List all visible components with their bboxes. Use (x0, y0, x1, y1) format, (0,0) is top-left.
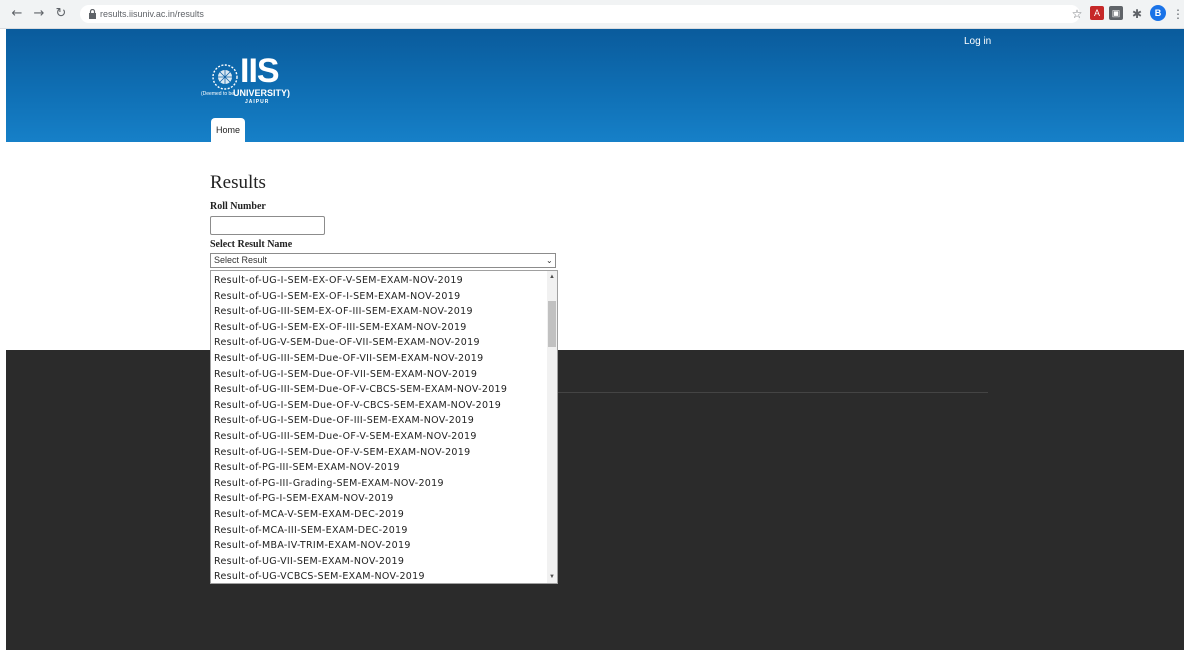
logo-city-text: JAIPUR (245, 99, 270, 105)
scroll-down-icon[interactable]: ▼ (548, 573, 556, 581)
dropdown-option[interactable]: Result-of-UG-I-SEM-EX-OF-III-SEM-EXAM-NO… (214, 320, 467, 336)
dropdown-option[interactable]: Result-of-UG-III-SEM-EX-OF-III-SEM-EXAM-… (214, 304, 473, 320)
dropdown-option[interactable]: Result-of-UG-III-SEM-Due-OF-V-SEM-EXAM-N… (214, 429, 477, 445)
back-arrow-icon[interactable]: ← (8, 5, 26, 23)
result-dropdown-list[interactable]: Result-of-UG-I-SEM-EX-OF-V-SEM-EXAM-NOV-… (210, 270, 558, 584)
dropdown-option[interactable]: Result-of-UG-III-SEM-Due-OF-VII-SEM-EXAM… (214, 351, 483, 367)
result-select[interactable]: Select Result (210, 253, 556, 268)
browser-toolbar: ← → ↻ results.iisuniv.ac.in/results ☆ A … (0, 0, 1184, 29)
chevron-down-icon[interactable]: ⌄ (546, 255, 553, 267)
dropdown-option[interactable]: Result-of-MCA-V-SEM-EXAM-DEC-2019 (214, 507, 404, 523)
dropdown-option[interactable]: Result-of-UG-I-SEM-Due-OF-V-SEM-EXAM-NOV… (214, 445, 470, 461)
logo-deemed-text: (Deemed to be (201, 91, 235, 97)
address-url[interactable]: results.iisuniv.ac.in/results (100, 6, 204, 22)
roll-number-label: Roll Number (210, 201, 266, 212)
scroll-up-icon[interactable]: ▲ (548, 273, 556, 281)
forward-arrow-icon[interactable]: → (30, 5, 48, 23)
extension-icon[interactable]: ▣ (1109, 6, 1123, 20)
lock-icon (89, 9, 96, 19)
dropdown-option[interactable]: Result-of-UG-I-SEM-Due-OF-VII-SEM-EXAM-N… (214, 367, 477, 383)
logo-text: IIS (240, 52, 280, 90)
site-header (6, 29, 1184, 142)
footer-divider (556, 392, 988, 393)
site-footer (6, 350, 1184, 650)
dropdown-option[interactable]: Result-of-UG-I-SEM-Due-OF-III-SEM-EXAM-N… (214, 413, 474, 429)
scrollbar-thumb[interactable] (548, 301, 556, 347)
bookmark-star-icon[interactable]: ☆ (1068, 5, 1086, 23)
address-bar[interactable] (80, 5, 1080, 23)
logo-university-text: UNIVERSITY) (233, 88, 291, 98)
dropdown-option[interactable]: Result-of-PG-III-SEM-EXAM-NOV-2019 (214, 460, 400, 476)
puzzle-extensions-icon[interactable]: ✱ (1128, 5, 1146, 23)
dropdown-option[interactable]: Result-of-UG-VII-SEM-EXAM-NOV-2019 (214, 554, 404, 570)
reload-icon[interactable]: ↻ (52, 5, 70, 23)
page-title: Results (210, 172, 266, 193)
dropdown-option[interactable]: Result-of-UG-V-SEM-Due-OF-VII-SEM-EXAM-N… (214, 335, 480, 351)
dropdown-option[interactable]: Result-of-UG-III-SEM-Due-OF-V-CBCS-SEM-E… (214, 382, 507, 398)
menu-kebab-icon[interactable]: ⋮ (1172, 5, 1184, 23)
dropdown-option[interactable]: Result-of-UG-VCBCS-SEM-EXAM-NOV-2019 (214, 569, 425, 583)
nav-home-tab[interactable]: Home (211, 118, 245, 142)
dropdown-option[interactable]: Result-of-PG-III-Grading-SEM-EXAM-NOV-20… (214, 476, 444, 492)
dropdown-option[interactable]: Result-of-MCA-III-SEM-EXAM-DEC-2019 (214, 523, 408, 539)
result-name-label: Select Result Name (210, 239, 293, 250)
pdf-extension-icon[interactable]: A (1090, 6, 1104, 20)
profile-avatar[interactable]: B (1150, 5, 1166, 21)
dropdown-option[interactable]: Result-of-MBA-IV-TRIM-EXAM-NOV-2019 (214, 538, 411, 554)
dropdown-option[interactable]: Result-of-UG-I-SEM-EX-OF-V-SEM-EXAM-NOV-… (214, 273, 463, 289)
dropdown-option[interactable]: Result-of-UG-I-SEM-Due-OF-V-CBCS-SEM-EXA… (214, 398, 501, 414)
dropdown-option[interactable]: Result-of-UG-I-SEM-EX-OF-I-SEM-EXAM-NOV-… (214, 289, 460, 305)
dropdown-option[interactable]: Result-of-PG-I-SEM-EXAM-NOV-2019 (214, 491, 394, 507)
roll-number-input[interactable] (210, 216, 325, 235)
login-link[interactable]: Log in (964, 36, 991, 47)
